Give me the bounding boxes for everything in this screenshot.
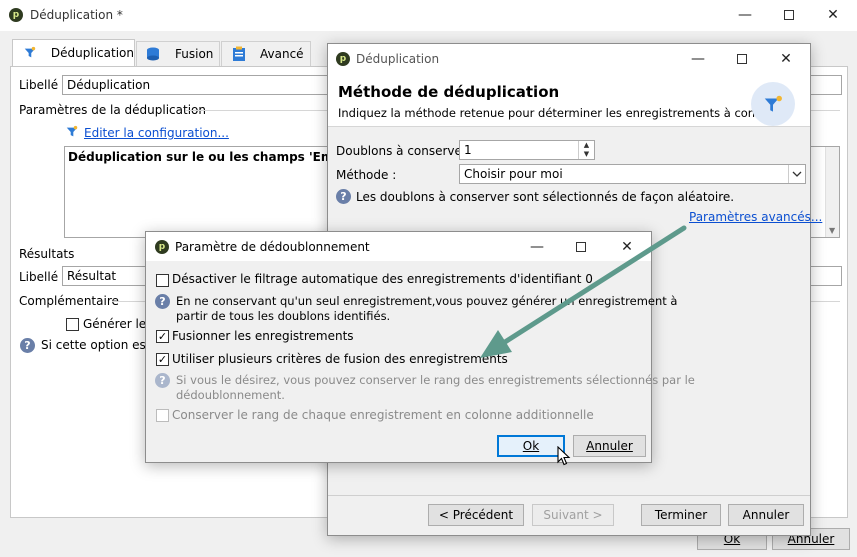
param-help-icon-1: ? <box>155 294 170 309</box>
results-libelle-label: Libellé : <box>19 270 66 284</box>
doublons-stepper[interactable]: ▲ ▼ <box>578 141 594 159</box>
maximize-icon <box>576 242 586 252</box>
method-footer-line <box>328 495 810 496</box>
param-dialog-title-bar: p Paramètre de dédoublonnement — ✕ <box>146 232 651 261</box>
stepper-up-icon[interactable]: ▲ <box>579 141 594 150</box>
doublons-input[interactable]: 1 <box>459 140 595 160</box>
param-info1-line2: partir de tous les doublons identifiés. <box>176 309 391 323</box>
close-button[interactable]: ✕ <box>811 0 855 30</box>
minimize-button[interactable]: — <box>723 0 767 30</box>
method-dialog-title: Déduplication <box>356 52 440 66</box>
app-logo-icon: p <box>9 8 23 22</box>
param-cancel-button[interactable]: Annuler <box>573 435 646 457</box>
maximize-button[interactable] <box>767 0 811 30</box>
method-maximize-button[interactable] <box>720 44 764 74</box>
finish-button[interactable]: Terminer <box>641 504 721 526</box>
param-info2-line1: Si vous le désirez, vous pouvez conserve… <box>176 373 695 387</box>
param-minimize-button[interactable]: — <box>515 232 559 262</box>
methode-dropdown-button[interactable] <box>788 165 805 183</box>
method-header: Méthode de déduplication Indiquez la mét… <box>328 74 810 127</box>
tab-fusion-label: Fusion <box>175 47 214 61</box>
methode-select[interactable]: Choisir pour moi <box>459 164 806 184</box>
doublons-label: Doublons à conserver : <box>336 144 475 158</box>
tab-deduplication-label: Déduplication <box>50 46 134 60</box>
param-info1-line1: En ne conservant qu'un seul enregistreme… <box>176 294 678 308</box>
param-dialog-title: Paramètre de dédoublonnement <box>175 240 370 254</box>
main-window-title: Déduplication * <box>30 8 123 22</box>
prev-button[interactable]: < Précédent <box>428 504 524 526</box>
main-info-text: Si cette option est c <box>41 338 161 352</box>
chevron-down-icon <box>792 171 802 177</box>
clipboard-icon <box>233 46 245 61</box>
merge-checkbox[interactable]: ✓ <box>156 330 169 343</box>
method-header-badge <box>751 82 795 126</box>
tab-deduplication[interactable]: Déduplication <box>12 39 135 66</box>
help-icon: ? <box>20 338 35 353</box>
param-ok-button[interactable]: Ok <box>497 435 565 457</box>
method-subheading: Indiquez la méthode retenue pour détermi… <box>338 106 792 120</box>
method-dialog-title-bar: p Déduplication — ✕ <box>328 44 810 74</box>
scroll-down-icon: ▼ <box>829 226 836 235</box>
funnel-icon <box>24 46 36 58</box>
edit-config-link[interactable]: Editer la configuration... <box>84 126 229 140</box>
generate-checkbox[interactable] <box>66 318 79 331</box>
complementary-section-title: Complémentaire <box>19 294 119 308</box>
maximize-icon <box>784 10 794 20</box>
disable-filter-label: Désactiver le filtrage automatique des e… <box>172 272 593 286</box>
funnel-icon <box>764 95 782 112</box>
method-close-button[interactable]: ✕ <box>764 44 808 74</box>
method-heading: Méthode de déduplication <box>338 83 560 101</box>
filter-icon <box>66 125 78 137</box>
maximize-icon <box>737 54 747 64</box>
param-maximize-button[interactable] <box>559 232 603 262</box>
mouse-cursor-icon <box>557 446 571 466</box>
tab-fusion[interactable]: Fusion <box>136 41 220 66</box>
stepper-down-icon[interactable]: ▼ <box>579 150 594 159</box>
method-cancel-button[interactable]: Annuler <box>728 504 804 526</box>
param-dialog: p Paramètre de dédoublonnement — ✕ Désac… <box>145 231 695 463</box>
tab-avance-label: Avancé <box>260 47 304 61</box>
param-info2-line2: dédoublonnement. <box>176 388 285 402</box>
keep-rank-label: Conserver le rang de chaque enregistreme… <box>172 408 594 422</box>
params-section-title: Paramètres de la déduplication <box>19 103 206 117</box>
keep-rank-checkbox[interactable] <box>156 409 169 422</box>
tab-avance[interactable]: Avancé <box>221 41 311 66</box>
next-button[interactable]: Suivant > <box>532 504 614 526</box>
methode-label: Méthode : <box>336 168 397 182</box>
method-dialog-logo-icon: p <box>336 52 350 66</box>
param-help-icon-2: ? <box>155 373 170 388</box>
libelle-label: Libellé : <box>19 78 66 92</box>
advanced-params-link[interactable]: Paramètres avancés... <box>689 210 822 224</box>
method-help-icon: ? <box>336 189 351 204</box>
method-minimize-button[interactable]: — <box>676 44 720 74</box>
summary-scrollbar[interactable]: ▼ <box>825 147 839 237</box>
database-icon <box>147 47 159 61</box>
multi-criteria-label: Utiliser plusieurs critères de fusion de… <box>172 352 508 366</box>
disable-filter-checkbox[interactable] <box>156 274 169 287</box>
param-dialog-logo-icon: p <box>155 240 169 254</box>
results-section-title: Résultats <box>19 247 75 261</box>
method-info-text: Les doublons à conserver sont sélectionn… <box>356 190 735 204</box>
param-close-button[interactable]: ✕ <box>605 232 649 262</box>
merge-label: Fusionner les enregistrements <box>172 329 354 343</box>
main-title-bar: p Déduplication * — ✕ <box>0 0 857 31</box>
multi-criteria-checkbox[interactable]: ✓ <box>156 353 169 366</box>
